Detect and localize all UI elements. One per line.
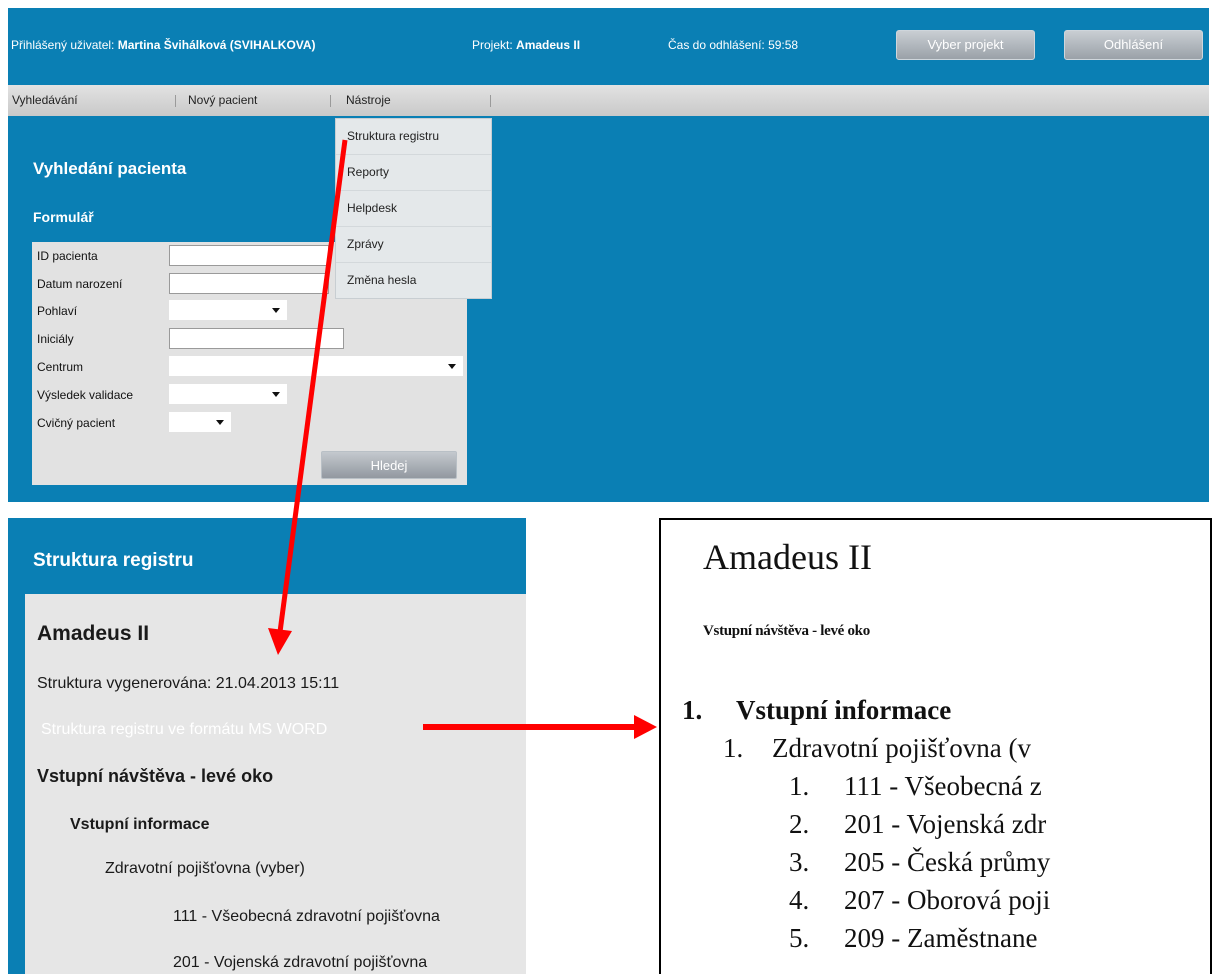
training-patient-select[interactable] bbox=[169, 412, 231, 432]
chevron-down-icon bbox=[272, 392, 280, 397]
dropdown-item-reports[interactable]: Reporty bbox=[336, 155, 491, 191]
project-info: Projekt: Amadeus II bbox=[472, 38, 580, 52]
doc-item: 201 - Vojenská zdr bbox=[844, 809, 1047, 839]
chevron-down-icon bbox=[216, 420, 224, 425]
patient-id-input[interactable] bbox=[169, 245, 329, 266]
menu-separator bbox=[175, 95, 176, 107]
doc-item: 207 - Oborová poji bbox=[844, 885, 1051, 915]
structure-option: 111 - Všeobecná zdravotní pojišťovna bbox=[173, 908, 440, 925]
doc-title: Amadeus II bbox=[703, 537, 872, 577]
label-patient-id: ID pacienta bbox=[37, 249, 98, 263]
structure-project-name: Amadeus II bbox=[37, 622, 150, 645]
doc-field-number: 1. bbox=[723, 733, 744, 763]
doc-item-number: 3. bbox=[789, 847, 810, 877]
birth-date-input[interactable] bbox=[169, 273, 329, 294]
doc-item-number: 2. bbox=[789, 809, 810, 839]
top-bar: Přihlášený uživatel: Martina Švihálková … bbox=[8, 8, 1209, 85]
label-training-patient: Cvičný pacient bbox=[37, 416, 116, 430]
label-center: Centrum bbox=[37, 360, 84, 374]
app-window: Přihlášený uživatel: Martina Švihálková … bbox=[8, 8, 1209, 502]
registry-structure-panel: Struktura registru Amadeus II Struktura … bbox=[8, 518, 526, 974]
user-label: Přihlášený uživatel: bbox=[11, 38, 115, 52]
doc-item: 209 - Zaměstnane bbox=[844, 923, 1038, 953]
doc-section-number: 1. bbox=[682, 695, 703, 725]
timeout-label: Čas do odhlášení: bbox=[668, 38, 765, 52]
label-initials: Iniciály bbox=[37, 332, 74, 346]
label-validation: Výsledek validace bbox=[37, 388, 134, 402]
label-sex: Pohlaví bbox=[37, 304, 78, 318]
structure-content: Amadeus II Struktura vygenerována: 21.04… bbox=[25, 594, 526, 974]
form-title: Formulář bbox=[33, 209, 94, 225]
dropdown-item-messages[interactable]: Zprávy bbox=[336, 227, 491, 263]
logout-button[interactable]: Odhlášení bbox=[1064, 30, 1203, 60]
doc-item-number: 1. bbox=[789, 771, 810, 801]
validation-select[interactable] bbox=[169, 384, 287, 404]
doc-visit: Vstupní návštěva - levé oko bbox=[703, 623, 870, 639]
select-project-button[interactable]: Vyber projekt bbox=[896, 30, 1035, 60]
menu-separator bbox=[490, 95, 491, 107]
project-label: Projekt: bbox=[472, 38, 513, 52]
word-export-link[interactable]: Struktura registru ve formátu MS WORD bbox=[41, 721, 327, 739]
label-birth-date: Datum narození bbox=[37, 277, 123, 291]
doc-section: Vstupní informace bbox=[736, 695, 952, 725]
user-name: Martina Švihálková (SVIHALKOVA) bbox=[117, 38, 316, 52]
menu-item-search[interactable]: Vyhledávání bbox=[12, 93, 78, 107]
doc-field: Zdravotní pojišťovna (v bbox=[772, 733, 1031, 763]
tools-dropdown: Struktura registru Reporty Helpdesk Zprá… bbox=[335, 118, 492, 299]
chevron-down-icon bbox=[448, 364, 456, 369]
menu-item-tools[interactable]: Nástroje bbox=[346, 93, 391, 107]
structure-section: Vstupní informace bbox=[70, 816, 210, 833]
menu-separator bbox=[330, 95, 331, 107]
dropdown-item-helpdesk[interactable]: Helpdesk bbox=[336, 191, 491, 227]
doc-item: 205 - Česká průmy bbox=[844, 847, 1051, 877]
dropdown-item-registry-structure[interactable]: Struktura registru bbox=[336, 119, 491, 155]
search-title: Vyhledání pacienta bbox=[33, 159, 187, 178]
doc-item-number: 4. bbox=[789, 885, 810, 915]
menu-item-new-patient[interactable]: Nový pacient bbox=[188, 93, 257, 107]
project-name: Amadeus II bbox=[516, 38, 581, 52]
dropdown-item-change-password[interactable]: Změna hesla bbox=[336, 263, 491, 298]
main-menu: Vyhledávání Nový pacient Nástroje bbox=[8, 85, 1209, 116]
search-button[interactable]: Hledej bbox=[321, 451, 457, 479]
timeout-value: 59:58 bbox=[768, 38, 799, 52]
center-select[interactable] bbox=[169, 356, 463, 376]
structure-panel-title: Struktura registru bbox=[33, 550, 194, 571]
doc-item-number: 5. bbox=[789, 923, 810, 953]
structure-field: Zdravotní pojišťovna (vyber) bbox=[105, 860, 305, 877]
initials-input[interactable] bbox=[169, 328, 344, 349]
structure-visit: Vstupní návštěva - levé oko bbox=[37, 766, 274, 786]
structure-option: 201 - Vojenská zdravotní pojišťovna bbox=[173, 954, 428, 971]
sex-select[interactable] bbox=[169, 300, 287, 320]
structure-generated: Struktura vygenerována: 21.04.2013 15:11 bbox=[37, 675, 340, 692]
logged-user: Přihlášený uživatel: Martina Švihálková … bbox=[11, 38, 316, 52]
doc-item: 111 - Všeobecná z bbox=[844, 771, 1042, 801]
session-timeout: Čas do odhlášení: 59:58 bbox=[668, 38, 798, 52]
chevron-down-icon bbox=[272, 308, 280, 313]
word-document-preview: Amadeus II Vstupní návštěva - levé oko 1… bbox=[659, 518, 1212, 974]
